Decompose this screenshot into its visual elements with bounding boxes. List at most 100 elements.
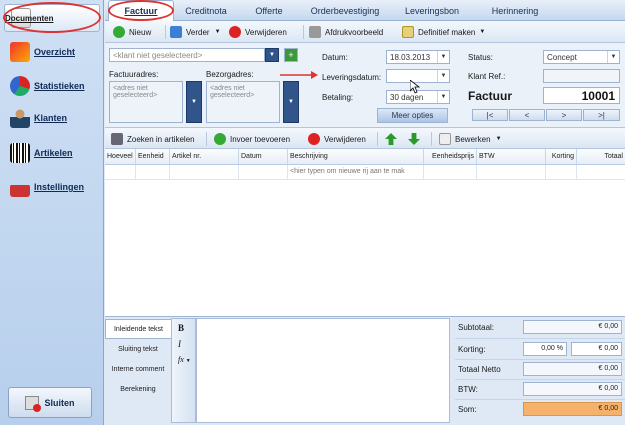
delete-item-button[interactable]: Verwijderen bbox=[308, 131, 366, 147]
tab-calculation[interactable]: Berekening bbox=[105, 379, 171, 399]
sidebar-item-label: Documenten bbox=[5, 13, 54, 23]
table-cell[interactable] bbox=[477, 165, 546, 180]
italic-button[interactable]: I bbox=[178, 339, 181, 349]
column-header[interactable]: Totaal bbox=[577, 149, 625, 165]
edit-icon bbox=[439, 133, 451, 145]
separator bbox=[165, 25, 166, 39]
delivery-address-field[interactable]: <adres niet geselecteerd> bbox=[206, 81, 280, 123]
sidebar-item-statistieken[interactable]: Statistieken bbox=[4, 72, 100, 100]
tab-creditnota[interactable]: Creditnota bbox=[174, 0, 238, 21]
discount-percent-field[interactable]: 0,00 % bbox=[523, 342, 567, 356]
item-toolbar: Zoeken in artikelen Invoer toevoeren Ver… bbox=[105, 127, 625, 149]
finalize-button[interactable]: Definitief maken ▼ bbox=[402, 24, 485, 40]
tab-internal-comment[interactable]: Interne comment bbox=[105, 359, 171, 379]
vat-label: BTW: bbox=[458, 385, 478, 394]
pie-chart-icon bbox=[10, 76, 30, 96]
table-cell[interactable] bbox=[546, 165, 577, 180]
document-type-tabs: Factuur Creditnota Offerte Orderbevestig… bbox=[105, 0, 625, 21]
print-icon bbox=[309, 26, 321, 38]
chevron-down-icon: ▼ bbox=[437, 51, 449, 63]
table-cell[interactable] bbox=[239, 165, 288, 180]
print-preview-button[interactable]: Afdrukvoorbeeld bbox=[309, 24, 383, 40]
column-header[interactable]: Datum bbox=[239, 149, 288, 165]
chevron-down-icon: ▼ bbox=[495, 136, 502, 142]
search-articles-button[interactable]: Zoeken in artikelen bbox=[111, 131, 195, 147]
table-cell[interactable] bbox=[105, 165, 136, 180]
invoice-lines-grid: Hoeveel Eenheid Artikel nr. Datum Beschr… bbox=[105, 149, 625, 316]
move-down-button[interactable] bbox=[408, 131, 424, 147]
chevron-down-icon: ▼ bbox=[607, 51, 619, 63]
sidebar-item-overzicht[interactable]: Overzicht bbox=[4, 38, 100, 66]
column-header[interactable]: Eenheid bbox=[136, 149, 170, 165]
delivery-address-dropdown[interactable]: ▼ bbox=[283, 81, 299, 123]
tab-factuur[interactable]: Factuur bbox=[108, 0, 174, 21]
previous-record-button[interactable]: < bbox=[509, 109, 545, 121]
sidebar-item-label: Artikelen bbox=[34, 148, 73, 158]
column-header[interactable]: Hoeveel bbox=[105, 149, 136, 165]
tab-closing-text[interactable]: Sluiting tekst bbox=[105, 339, 171, 359]
tab-herinnering[interactable]: Herinnering bbox=[474, 0, 556, 21]
date-field[interactable]: 18.03.2013 ▼ bbox=[386, 50, 450, 64]
bold-button[interactable]: B bbox=[178, 323, 184, 333]
sum-label: Som: bbox=[458, 405, 477, 414]
separator bbox=[455, 359, 625, 360]
sidebar-item-documenten[interactable]: Documenten bbox=[4, 4, 100, 32]
add-customer-button[interactable]: + bbox=[284, 48, 298, 62]
document-toolbar: Nieuw Verder ▼ Verwijderen Afdrukvoorbeel… bbox=[105, 21, 625, 43]
table-cell[interactable] bbox=[424, 165, 477, 180]
sidebar-item-instellingen[interactable]: Instellingen bbox=[4, 173, 100, 201]
column-header[interactable]: Korting bbox=[546, 149, 577, 165]
table-cell[interactable] bbox=[136, 165, 170, 180]
sidebar-item-label: Klanten bbox=[34, 113, 68, 123]
add-customer-icon: + bbox=[288, 50, 294, 60]
client-ref-field[interactable] bbox=[543, 69, 620, 83]
close-button[interactable]: Sluiten bbox=[8, 387, 92, 418]
next-record-button[interactable]: > bbox=[546, 109, 582, 121]
last-record-button[interactable]: >| bbox=[583, 109, 620, 121]
invoice-address-field[interactable]: <adres niet geselecteerd> bbox=[109, 81, 183, 123]
tab-leveringsbon[interactable]: Leveringsbon bbox=[390, 0, 474, 21]
new-row-hint[interactable]: <hier typen om nieuwe rij aan te mak bbox=[288, 165, 424, 180]
finalize-icon bbox=[402, 26, 414, 38]
arrow-up-icon bbox=[385, 133, 397, 145]
customer-dropdown-button[interactable]: ▼ bbox=[265, 48, 279, 62]
column-header[interactable]: BTW bbox=[477, 149, 546, 165]
delete-button[interactable]: Verwijderen bbox=[229, 24, 287, 40]
tab-offerte[interactable]: Offerte bbox=[238, 0, 300, 21]
sidebar-item-label: Statistieken bbox=[34, 81, 85, 91]
invoice-address-dropdown[interactable]: ▼ bbox=[186, 81, 202, 123]
more-options-button[interactable]: Meer opties bbox=[377, 108, 448, 123]
formula-button[interactable]: fx ▼ bbox=[178, 355, 191, 364]
move-up-button[interactable] bbox=[385, 131, 401, 147]
discount-amount-field[interactable]: € 0,00 bbox=[571, 342, 622, 356]
add-icon bbox=[113, 26, 125, 38]
status-select[interactable]: Concept ▼ bbox=[543, 50, 620, 64]
column-header[interactable]: Beschrijving bbox=[288, 149, 424, 165]
discount-label: Korting: bbox=[458, 345, 486, 354]
text-editor[interactable] bbox=[196, 318, 450, 423]
subtotal-value: € 0,00 bbox=[523, 320, 622, 334]
sidebar: Documenten Overzicht Statistieken Klante… bbox=[0, 0, 104, 425]
tab-orderbevestiging[interactable]: Orderbevestiging bbox=[300, 0, 390, 21]
tab-intro-text[interactable]: Inleidende tekst bbox=[105, 319, 171, 339]
first-record-button[interactable]: |< bbox=[472, 109, 508, 121]
add-item-button[interactable]: Invoer toevoeren bbox=[214, 131, 290, 147]
separator bbox=[455, 338, 625, 339]
column-header[interactable]: Artikel nr. bbox=[170, 149, 239, 165]
table-cell[interactable] bbox=[170, 165, 239, 180]
vat-value: € 0,00 bbox=[523, 382, 622, 396]
table-cell[interactable] bbox=[577, 165, 625, 180]
delivery-address-label: Bezorgadres: bbox=[206, 70, 254, 79]
separator bbox=[303, 25, 304, 39]
new-button[interactable]: Nieuw bbox=[113, 24, 151, 40]
column-header[interactable]: Eenheidsprijs bbox=[424, 149, 477, 165]
document-title: Factuur bbox=[468, 89, 513, 103]
next-button[interactable]: Verder ▼ bbox=[170, 24, 221, 40]
sidebar-item-klanten[interactable]: Klanten bbox=[4, 104, 100, 132]
customer-select[interactable]: <klant niet geselecteerd> bbox=[109, 48, 265, 62]
edit-button[interactable]: Bewerken ▼ bbox=[439, 131, 502, 147]
sidebar-item-artikelen[interactable]: Artikelen bbox=[4, 139, 100, 167]
delete-icon bbox=[308, 133, 320, 145]
chevron-down-icon: ▼ bbox=[288, 99, 294, 105]
add-icon bbox=[214, 133, 226, 145]
